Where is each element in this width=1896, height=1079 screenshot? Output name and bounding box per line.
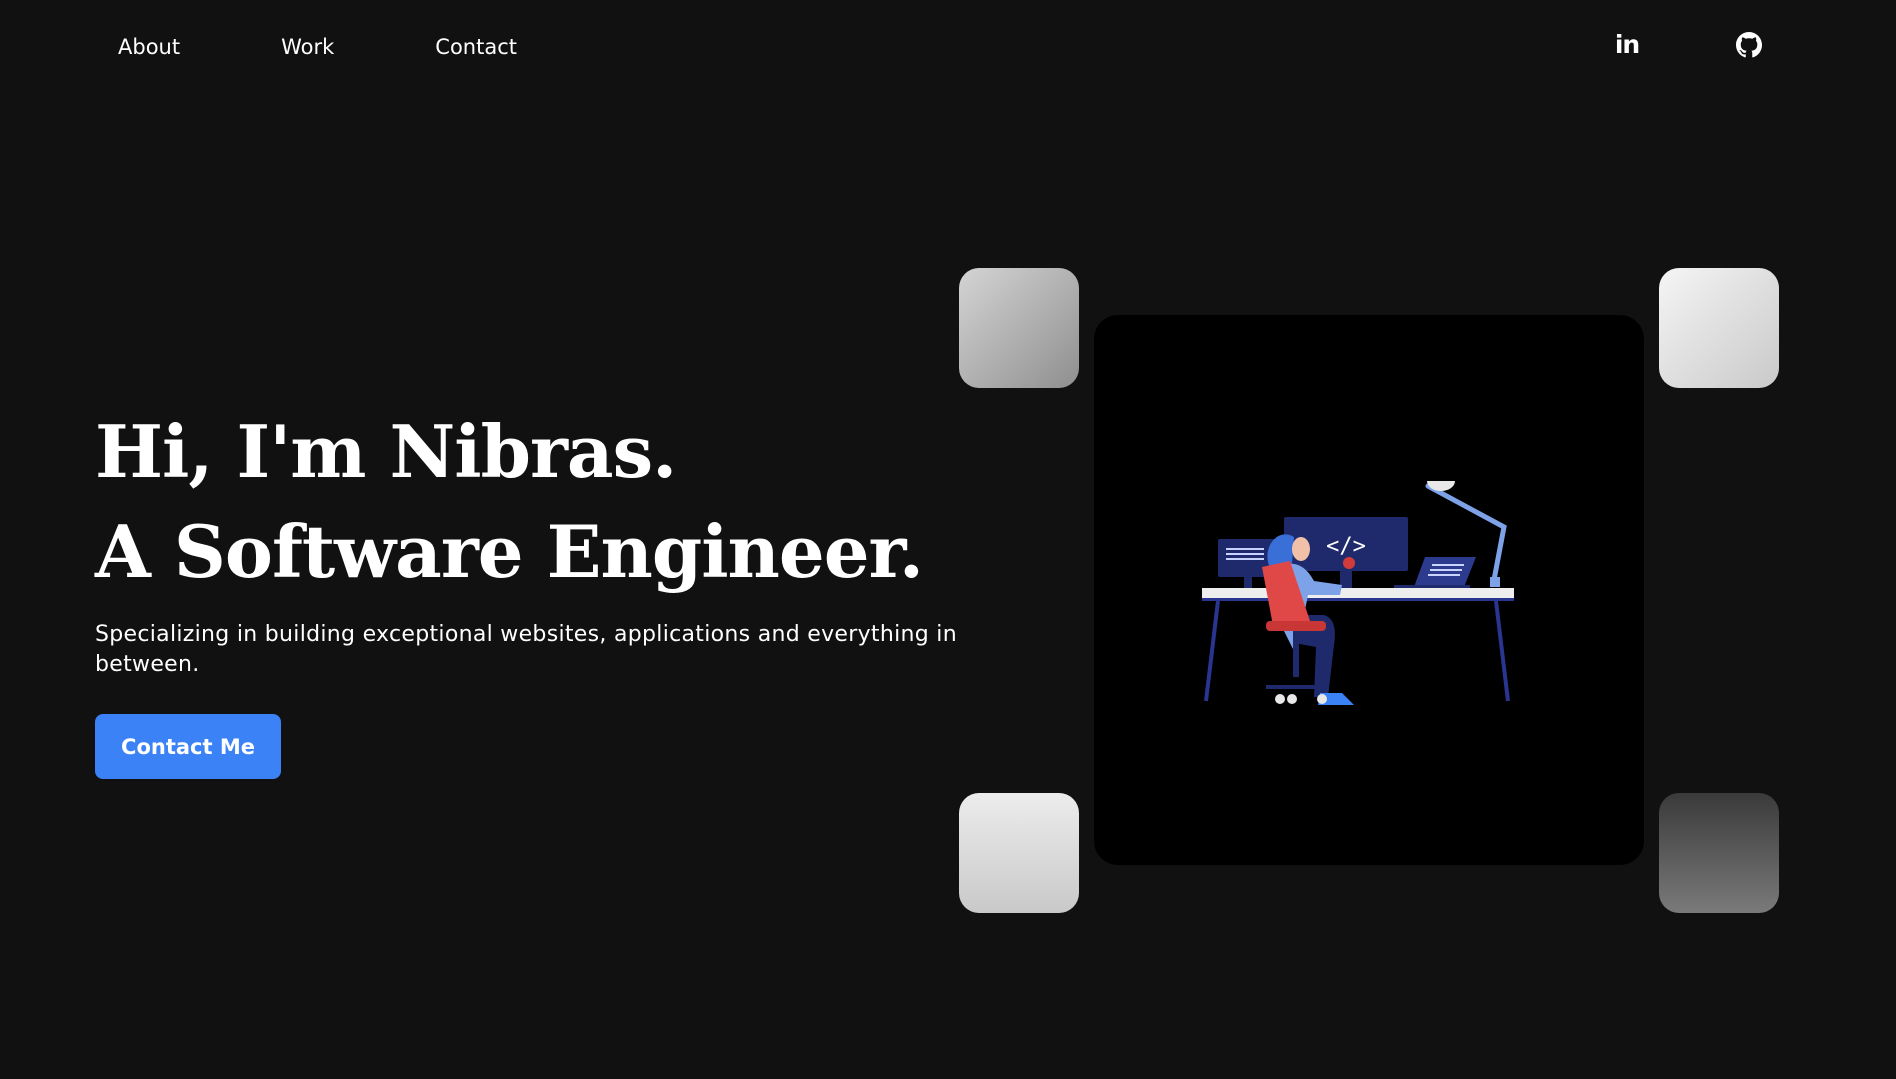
developer-at-desk-illustration: </> — [1202, 481, 1514, 705]
github-icon — [1736, 32, 1762, 58]
decorative-tile-top-right — [1659, 268, 1779, 388]
main-nav: About Work Contact — [118, 34, 618, 60]
decorative-tile-bottom-left — [959, 793, 1079, 913]
hero-title-line-2: A Software Engineer. — [95, 509, 924, 594]
page: About Work Contact in Hi, I'm Nibras. A … — [0, 0, 1896, 1079]
hero-subtitle: Specializing in building exceptional web… — [95, 622, 957, 677]
illustration-card: </> — [1094, 315, 1644, 865]
contact-me-button[interactable]: Contact Me — [95, 714, 281, 779]
decorative-tile-bottom-right — [1659, 793, 1779, 913]
desk — [1202, 588, 1514, 702]
github-link[interactable] — [1734, 30, 1764, 60]
decorative-tile-top-left — [959, 268, 1079, 388]
nav-link-contact[interactable]: Contact — [435, 34, 517, 60]
hero-title-line-1: Hi, I'm Nibras. — [95, 409, 677, 494]
nav-link-about[interactable]: About — [118, 34, 180, 60]
linkedin-icon: in — [1614, 30, 1640, 59]
nav-link-work[interactable]: Work — [281, 34, 334, 60]
linkedin-link[interactable]: in — [1612, 30, 1642, 60]
hero-title: Hi, I'm Nibras. A Software Engineer. — [95, 402, 924, 602]
code-glyph: </> — [1326, 534, 1366, 559]
